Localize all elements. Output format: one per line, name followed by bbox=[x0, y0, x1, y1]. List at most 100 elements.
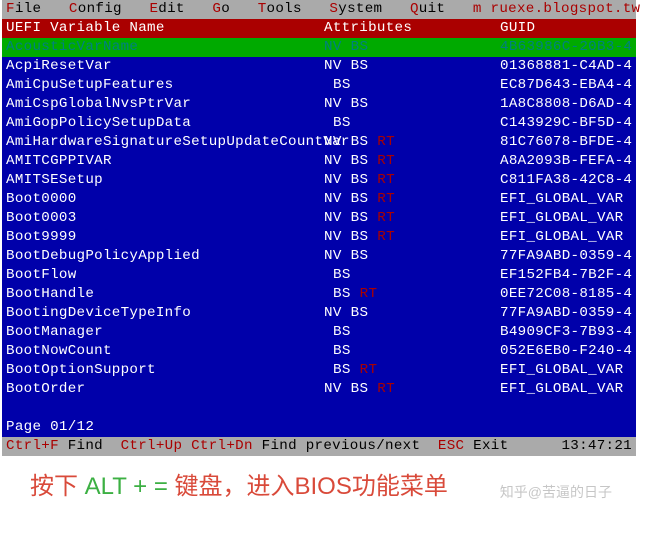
cell-name: BootOrder bbox=[6, 380, 324, 399]
menubar-items-container: File Config Edit Go Tools System Quit bbox=[6, 0, 473, 19]
cell-guid: 01368881-C4AD-4B1D bbox=[500, 57, 632, 76]
cell-name: BootDebugPolicyApplied bbox=[6, 247, 324, 266]
table-row[interactable]: BootManager BSB4909CF3-7B93-4751 bbox=[2, 323, 636, 342]
page-indicator: Page 01/12 bbox=[2, 418, 636, 437]
caption-text: 按下 ALT + = 键盘，进入BIOS功能菜单 知乎@苦逼的日子 bbox=[0, 456, 648, 514]
cell-attributes: NVBSRT bbox=[324, 209, 500, 228]
table-header: UEFI Variable Name Attributes GUID bbox=[2, 19, 636, 38]
blog-url: m ruexe.blogspot.tw bbox=[473, 0, 640, 19]
cell-name: BootManager bbox=[6, 323, 324, 342]
cell-guid: EFI_GLOBAL_VAR bbox=[500, 228, 632, 247]
cell-name: Boot0000 bbox=[6, 190, 324, 209]
esc-label: Exit bbox=[464, 437, 508, 456]
menu-bar[interactable]: File Config Edit Go Tools System Quit m … bbox=[2, 0, 636, 19]
find-key: Ctrl+F bbox=[6, 437, 59, 456]
cell-attributes: NVBS bbox=[324, 304, 500, 323]
menu-item-tools[interactable]: Tools bbox=[258, 1, 302, 17]
cell-guid: 1A8C8808-D6AD-46B3 bbox=[500, 95, 632, 114]
header-attributes: Attributes bbox=[324, 19, 500, 38]
cell-attributes: BS bbox=[324, 114, 500, 133]
cell-guid: 052E6EB0-F240-42C5 bbox=[500, 342, 632, 361]
cell-guid: C811FA38-42C8-4579 bbox=[500, 171, 632, 190]
table-row[interactable]: Boot0000NVBSRTEFI_GLOBAL_VAR bbox=[2, 190, 636, 209]
cell-name: AmiCspGlobalNvsPtrVar bbox=[6, 95, 324, 114]
cell-attributes: BSRT bbox=[324, 361, 500, 380]
menu-item-go[interactable]: Go bbox=[212, 1, 230, 17]
esc-key: ESC bbox=[438, 437, 464, 456]
cell-name: BootingDeviceTypeInfo bbox=[6, 304, 324, 323]
cell-attributes: NVBSRT bbox=[324, 171, 500, 190]
cell-name: Boot0003 bbox=[6, 209, 324, 228]
cell-attributes: BS bbox=[324, 323, 500, 342]
menu-item-quit[interactable]: Quit bbox=[410, 1, 445, 17]
watermark: 知乎@苦逼的日子 bbox=[500, 482, 612, 502]
cell-name: BootFlow bbox=[6, 266, 324, 285]
menu-item-file[interactable]: File bbox=[6, 1, 41, 17]
cell-guid: 77FA9ABD-0359-4D32 bbox=[500, 247, 632, 266]
cell-attributes: NVBSRT bbox=[324, 133, 500, 152]
cell-attributes: BS bbox=[324, 342, 500, 361]
table-row[interactable]: AcousticVarNameNVBS4B63986C-20B3-49C6 bbox=[2, 38, 636, 57]
cell-guid: EFI_GLOBAL_VAR bbox=[500, 190, 632, 209]
cell-attributes: NVBSRT bbox=[324, 380, 500, 399]
status-bar: Ctrl+F Find Ctrl+Up Ctrl+Dn Find previou… bbox=[2, 437, 636, 456]
cell-name: AMITSESetup bbox=[6, 171, 324, 190]
cell-attributes: BS bbox=[324, 266, 500, 285]
cell-guid: 0EE72C08-8185-427A bbox=[500, 285, 632, 304]
cell-name: AMITCGPPIVAR bbox=[6, 152, 324, 171]
table-row[interactable]: Boot9999NVBSRTEFI_GLOBAL_VAR bbox=[2, 228, 636, 247]
cell-guid: 77FA9ABD-0359-4D32 bbox=[500, 304, 632, 323]
cell-attributes: BSRT bbox=[324, 285, 500, 304]
cell-attributes: NVBS bbox=[324, 95, 500, 114]
table-row[interactable]: Boot0003NVBSRTEFI_GLOBAL_VAR bbox=[2, 209, 636, 228]
cell-guid: C143929C-BF5D-423B bbox=[500, 114, 632, 133]
cell-guid: B4909CF3-7B93-4751 bbox=[500, 323, 632, 342]
table-row[interactable]: AcpiResetVarNVBS01368881-C4AD-4B1D bbox=[2, 57, 636, 76]
find-label: Find bbox=[59, 437, 121, 456]
cell-name: AcpiResetVar bbox=[6, 57, 324, 76]
cell-name: Boot9999 bbox=[6, 228, 324, 247]
cell-guid: 4B63986C-20B3-49C6 bbox=[500, 38, 632, 57]
cell-name: BootOptionSupport bbox=[6, 361, 324, 380]
cell-name: AmiHardwareSignatureSetupUpdateCountVar bbox=[6, 133, 324, 152]
menu-item-config[interactable]: Config bbox=[69, 1, 122, 17]
clock: 13:47:21 bbox=[561, 437, 632, 456]
terminal-screen: File Config Edit Go Tools System Quit m … bbox=[2, 0, 636, 456]
cell-attributes: BS bbox=[324, 76, 500, 95]
menu-item-edit[interactable]: Edit bbox=[149, 1, 184, 17]
cell-guid: EC87D643-EBA4-4BB5 bbox=[500, 76, 632, 95]
cell-name: AmiCpuSetupFeatures bbox=[6, 76, 324, 95]
updown-label: Find previous/next bbox=[253, 437, 438, 456]
cell-name: BootNowCount bbox=[6, 342, 324, 361]
updown-key: Ctrl+Up Ctrl+Dn bbox=[121, 437, 253, 456]
table-row[interactable]: AMITSESetupNVBSRTC811FA38-42C8-4579 bbox=[2, 171, 636, 190]
cell-guid: EFI_GLOBAL_VAR bbox=[500, 209, 632, 228]
cell-name: AmiGopPolicySetupData bbox=[6, 114, 324, 133]
header-name: UEFI Variable Name bbox=[6, 19, 324, 38]
cell-attributes: NVBS bbox=[324, 38, 500, 57]
cell-guid: 81C76078-BFDE-4368 bbox=[500, 133, 632, 152]
table-row[interactable]: AmiHardwareSignatureSetupUpdateCountVarN… bbox=[2, 133, 636, 152]
table-row[interactable]: BootNowCount BS052E6EB0-F240-42C5 bbox=[2, 342, 636, 361]
table-row[interactable]: AmiCpuSetupFeatures BSEC87D643-EBA4-4BB5 bbox=[2, 76, 636, 95]
table-row[interactable]: AmiCspGlobalNvsPtrVarNVBS1A8C8808-D6AD-4… bbox=[2, 95, 636, 114]
table-body: AcousticVarNameNVBS4B63986C-20B3-49C6Acp… bbox=[2, 38, 636, 399]
table-row[interactable]: BootOptionSupport BSRTEFI_GLOBAL_VAR bbox=[2, 361, 636, 380]
table-row[interactable]: BootHandle BSRT0EE72C08-8185-427A bbox=[2, 285, 636, 304]
header-guid: GUID bbox=[500, 19, 632, 38]
cell-guid: EFI_GLOBAL_VAR bbox=[500, 380, 632, 399]
cell-attributes: NVBSRT bbox=[324, 152, 500, 171]
menu-item-system[interactable]: System bbox=[329, 1, 382, 17]
cell-name: BootHandle bbox=[6, 285, 324, 304]
cell-name: AcousticVarName bbox=[6, 38, 324, 57]
table-row[interactable]: BootingDeviceTypeInfoNVBS77FA9ABD-0359-4… bbox=[2, 304, 636, 323]
cell-guid: EFI_GLOBAL_VAR bbox=[500, 361, 632, 380]
cell-attributes: NVBSRT bbox=[324, 190, 500, 209]
table-row[interactable]: BootDebugPolicyAppliedNVBS77FA9ABD-0359-… bbox=[2, 247, 636, 266]
table-row[interactable]: BootOrderNVBSRTEFI_GLOBAL_VAR bbox=[2, 380, 636, 399]
cell-attributes: NVBS bbox=[324, 247, 500, 266]
table-row[interactable]: BootFlow BSEF152FB4-7B2F-427D bbox=[2, 266, 636, 285]
table-row[interactable]: AmiGopPolicySetupData BSC143929C-BF5D-42… bbox=[2, 114, 636, 133]
table-row[interactable]: AMITCGPPIVARNVBSRTA8A2093B-FEFA-43C1 bbox=[2, 152, 636, 171]
cell-guid: EF152FB4-7B2F-427D bbox=[500, 266, 632, 285]
